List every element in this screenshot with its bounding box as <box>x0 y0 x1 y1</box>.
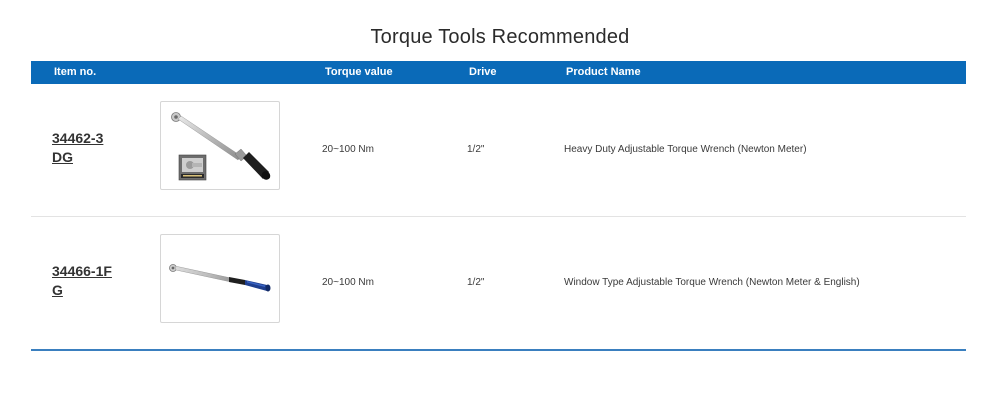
table-row: 34466-1FG 20~100 Nm 1/2" Window Type Adj… <box>31 217 966 351</box>
product-thumbnail[interactable] <box>160 101 280 190</box>
header-item-no: Item no. <box>54 66 97 78</box>
product-thumbnail[interactable] <box>160 234 280 323</box>
page-title: Torque Tools Recommended <box>370 26 630 48</box>
product-name: Window Type Adjustable Torque Wrench (Ne… <box>564 277 860 288</box>
drive-size: 1/2" <box>467 144 485 155</box>
item-number-link[interactable]: 34466-1FG <box>52 262 112 300</box>
product-name: Heavy Duty Adjustable Torque Wrench (New… <box>564 144 807 155</box>
torque-wrench-blue-grip-photo-icon <box>169 264 271 292</box>
table-row: 34462-3DG 20~100 Nm 1/2" Heavy Duty Adju… <box>31 84 966 217</box>
item-number-link[interactable]: 34462-3DG <box>52 129 112 167</box>
torque-wrench-black-grip-photo-icon <box>171 112 271 181</box>
header-product-name: Product Name <box>566 66 641 78</box>
table-header: Item no. Torque value Drive Product Name <box>31 61 966 84</box>
product-table: Item no. Torque value Drive Product Name… <box>31 61 966 351</box>
torque-value: 20~100 Nm <box>322 144 374 155</box>
drive-size: 1/2" <box>467 277 485 288</box>
header-drive: Drive <box>469 66 497 78</box>
header-torque-value: Torque value <box>325 66 393 78</box>
torque-value: 20~100 Nm <box>322 277 374 288</box>
